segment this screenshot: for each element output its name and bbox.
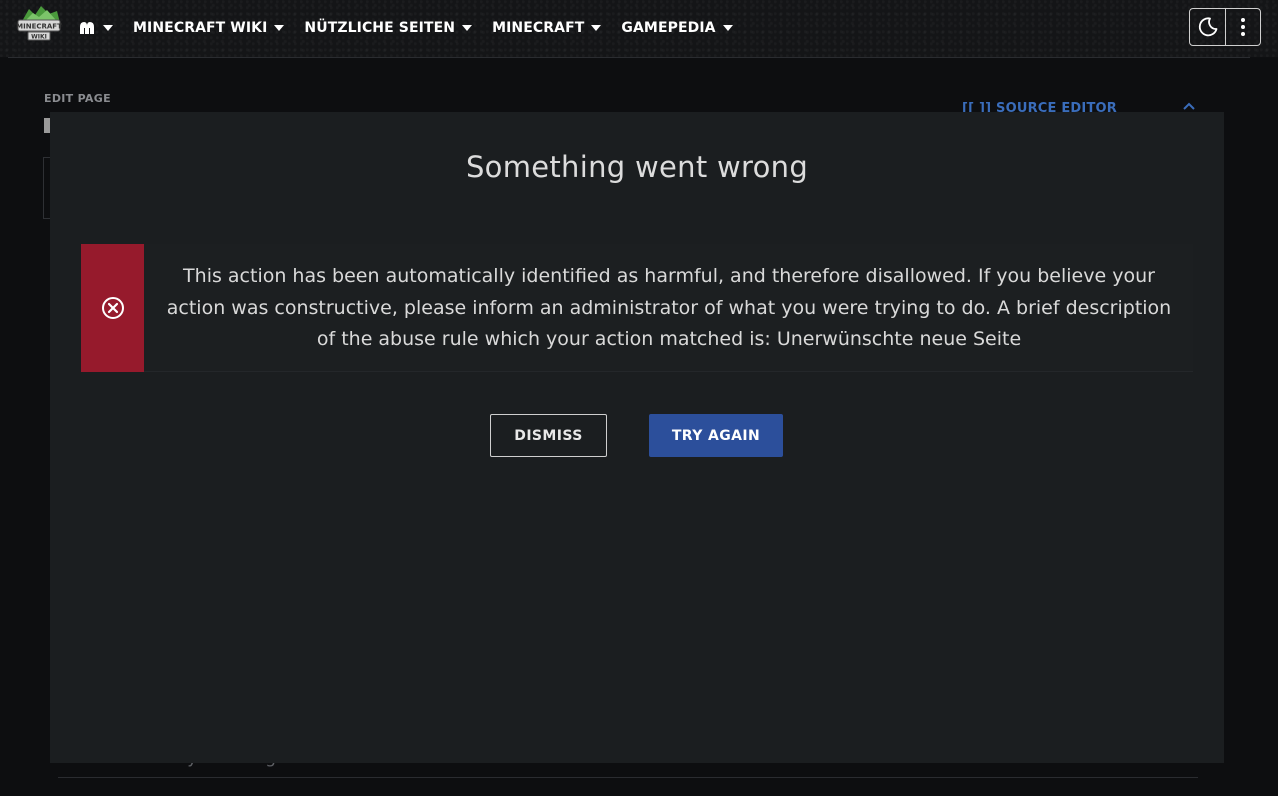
more-options-button[interactable]: [1225, 9, 1260, 45]
nav-gamepedia[interactable]: GAMEPEDIA: [621, 19, 733, 36]
error-indicator: [81, 244, 144, 372]
chevron-down-icon: [103, 25, 113, 31]
top-right-controls: [1189, 8, 1261, 46]
chevron-down-icon: [591, 25, 602, 31]
try-again-button[interactable]: TRY AGAIN: [649, 414, 783, 457]
nav-nuetzliche-seiten[interactable]: NÜTZLICHE SEITEN: [304, 19, 473, 36]
chevron-down-icon: [462, 25, 473, 31]
dialog-title: Something went wrong: [465, 150, 809, 184]
chevron-down-icon: [274, 25, 285, 31]
nav-label: NÜTZLICHE SEITEN: [304, 19, 456, 36]
nav-label: GAMEPEDIA: [621, 19, 716, 36]
svg-text:WIKI: WIKI: [31, 34, 47, 41]
nav-minecraft-wiki[interactable]: MINECRAFT WIKI: [133, 19, 285, 36]
fandom-icon: [80, 21, 94, 34]
nav-minecraft[interactable]: MINECRAFT: [492, 19, 602, 36]
theme-toggle-button[interactable]: [1190, 9, 1225, 45]
minecraft-wiki-logo[interactable]: MINECRAFT WIKI: [13, 3, 65, 45]
dialog-actions: DISMISS TRY AGAIN: [50, 414, 1224, 458]
moon-icon: [1198, 17, 1217, 37]
top-navigation-bar: MINECRAFT WIKI MINECRAFT WIKI NÜTZLICHE …: [0, 0, 1278, 57]
main-navigation: MINECRAFT WIKI NÜTZLICHE SEITEN MINECRAF…: [78, 0, 753, 55]
nav-label: MINECRAFT WIKI: [133, 19, 268, 36]
error-x-circle-icon: [101, 297, 124, 319]
edit-page-label: EDIT PAGE: [44, 92, 111, 105]
chevron-down-icon: [722, 25, 733, 31]
error-message-box: This action has been automatically ident…: [81, 244, 1193, 372]
nav-label: MINECRAFT: [492, 19, 585, 36]
svg-text:MINECRAFT: MINECRAFT: [16, 23, 62, 31]
header-divider: [8, 57, 1250, 58]
error-message-text: This action has been automatically ident…: [166, 265, 1172, 350]
collapse-icon[interactable]: [1183, 102, 1195, 110]
edit-summary-underline: [58, 777, 1198, 778]
page: EDIT PAGE [[ ]] SOURCE EDITOR Describe w…: [0, 0, 1278, 796]
error-dialog: Something went wrong This action has bee…: [50, 112, 1224, 763]
nav-fandom-menu[interactable]: [78, 20, 113, 36]
dismiss-button[interactable]: DISMISS: [490, 414, 607, 457]
kebab-menu-icon: [1241, 18, 1245, 36]
